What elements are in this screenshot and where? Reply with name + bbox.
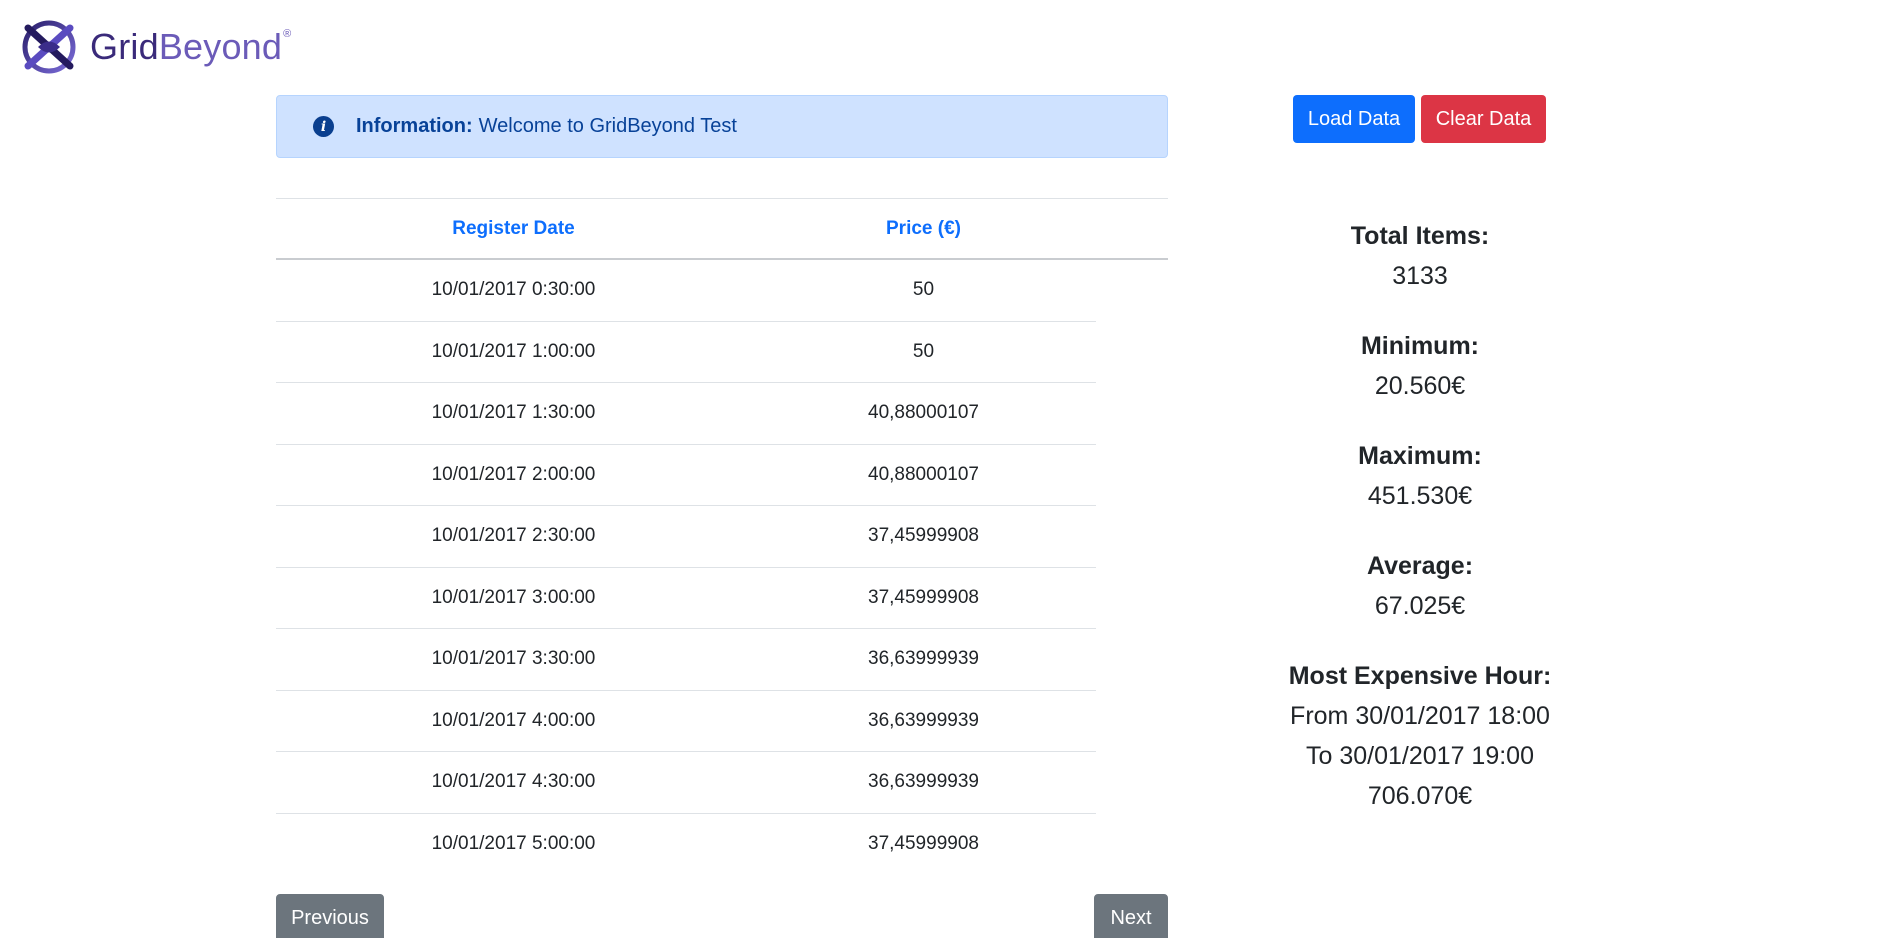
table-row: 10/01/2017 4:30:00 36,63999939 — [276, 752, 1096, 814]
cell-register-date: 10/01/2017 3:30:00 — [431, 648, 596, 670]
cell-price: 36,63999939 — [868, 771, 979, 793]
table-row: 10/01/2017 3:30:00 36,63999939 — [276, 629, 1096, 691]
stat-maximum-label: Maximum: — [1358, 442, 1482, 470]
table-row: 10/01/2017 3:00:00 37,45999908 — [276, 568, 1096, 629]
alert-message: Welcome to GridBeyond Test — [478, 115, 737, 137]
cell-price: 40,88000107 — [868, 463, 979, 485]
stat-expensive-value: 706.070€ — [1367, 782, 1473, 810]
stat-maximum-value: 451.530€ — [1367, 482, 1473, 510]
table-row: 10/01/2017 0:30:00 50 — [276, 260, 1096, 322]
table-row: 10/01/2017 2:30:00 37,45999908 — [276, 506, 1096, 568]
cell-register-date: 10/01/2017 1:00:00 — [431, 340, 596, 362]
stats-panel: Total Items: 3133 Minimum: 20.560€ Maxim… — [1220, 216, 1620, 846]
cell-price: 37,45999908 — [868, 525, 979, 547]
table-body: 10/01/2017 0:30:00 50 10/01/2017 1:00:00 5… — [276, 260, 1168, 875]
cell-register-date: 10/01/2017 5:00:00 — [431, 833, 596, 855]
cell-register-date: 10/01/2017 2:30:00 — [431, 525, 596, 547]
cell-register-date: 10/01/2017 4:30:00 — [431, 771, 596, 793]
stat-total-value: 3133 — [1392, 262, 1448, 290]
cell-register-date: 10/01/2017 0:30:00 — [431, 279, 596, 301]
table-row: 10/01/2017 1:00:00 50 — [276, 322, 1096, 383]
stat-minimum-value: 20.560€ — [1374, 372, 1466, 400]
brand-name: Grid Beyond ® — [90, 26, 291, 68]
stat-average-label: Average: — [1366, 552, 1474, 580]
brand-name-part1: Grid — [90, 26, 159, 67]
table-row: 10/01/2017 4:00:00 36,63999939 — [276, 691, 1096, 752]
stat-average-value: 67.025€ — [1374, 592, 1466, 620]
alert-label: Information: — [356, 115, 473, 137]
cell-register-date: 10/01/2017 3:00:00 — [431, 586, 596, 608]
gridbeyond-logo-icon — [22, 20, 76, 74]
brand-logo[interactable]: Grid Beyond ® — [18, 16, 291, 78]
column-header-register-date[interactable]: Register Date — [276, 218, 751, 240]
info-icon: i — [313, 116, 334, 137]
price-table: Register Date Price (€) 10/01/2017 0:30:… — [276, 198, 1168, 875]
cell-price: 36,63999939 — [868, 648, 979, 670]
table-row: 10/01/2017 5:00:00 37,45999908 — [276, 814, 1096, 876]
table-row: 10/01/2017 1:30:00 40,88000107 — [276, 383, 1096, 445]
load-data-button[interactable]: Load Data — [1293, 95, 1415, 143]
column-header-price[interactable]: Price (€) — [751, 218, 1096, 240]
next-button[interactable]: Next — [1094, 894, 1168, 938]
cell-price: 50 — [912, 279, 935, 301]
registered-mark: ® — [283, 28, 292, 40]
stat-maximum: Maximum: 451.530€ — [1220, 436, 1620, 516]
stat-expensive-from: From 30/01/2017 18:00 — [1290, 702, 1550, 730]
clear-data-button[interactable]: Clear Data — [1421, 95, 1546, 143]
stat-total: Total Items: 3133 — [1220, 216, 1620, 296]
previous-button[interactable]: Previous — [276, 894, 384, 938]
info-alert: i Information: Welcome to GridBeyond Tes… — [276, 95, 1168, 158]
table-row: 10/01/2017 2:00:00 40,88000107 — [276, 445, 1096, 506]
cell-price: 50 — [912, 340, 935, 362]
stat-most-expensive-hour: Most Expensive Hour: From 30/01/2017 18:… — [1220, 656, 1620, 816]
cell-register-date: 10/01/2017 2:00:00 — [431, 463, 596, 485]
stat-total-label: Total Items: — [1350, 222, 1490, 250]
cell-price: 37,45999908 — [868, 586, 979, 608]
cell-price: 40,88000107 — [868, 402, 979, 424]
stat-expensive-to: To 30/01/2017 19:00 — [1306, 742, 1534, 770]
stat-minimum-label: Minimum: — [1360, 332, 1480, 360]
cell-register-date: 10/01/2017 4:00:00 — [431, 709, 596, 731]
cell-price: 37,45999908 — [868, 833, 979, 855]
stat-expensive-label: Most Expensive Hour: — [1288, 662, 1552, 690]
table-header: Register Date Price (€) — [276, 198, 1168, 260]
cell-price: 36,63999939 — [868, 709, 979, 731]
cell-register-date: 10/01/2017 1:30:00 — [431, 402, 596, 424]
stat-minimum: Minimum: 20.560€ — [1220, 326, 1620, 406]
brand-name-part2: Beyond — [158, 26, 283, 67]
stat-average: Average: 67.025€ — [1220, 546, 1620, 626]
